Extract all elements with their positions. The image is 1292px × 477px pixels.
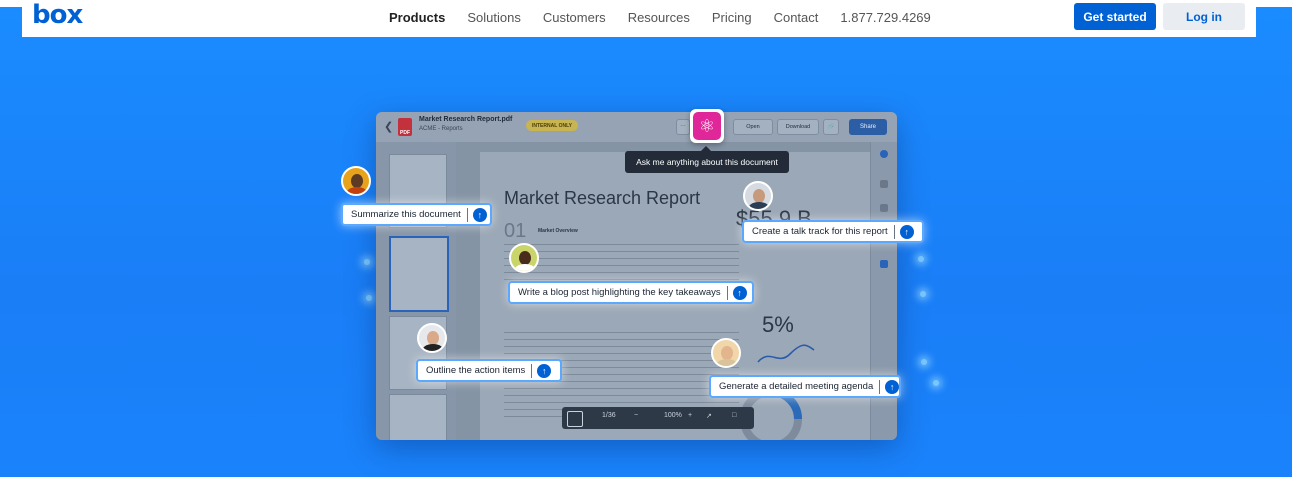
nav-phone-number[interactable]: 1.877.729.4269 [840,10,930,25]
nav-link-resources[interactable]: Resources [628,10,690,25]
nav-link-products[interactable]: Products [389,10,445,25]
nav-link-pricing[interactable]: Pricing [712,10,752,25]
box-logo[interactable]: box [32,2,83,28]
prompt-suggestion[interactable]: Summarize this document ↑ [341,203,492,226]
zoom-level[interactable]: 100% [664,412,682,419]
trend-line-chart [757,344,815,363]
prompt-text: Summarize this document [351,209,461,220]
view-mode-icon[interactable]: □ [732,412,736,419]
prompt-suggestion[interactable]: Create a talk track for this report ↑ [742,220,924,243]
back-chevron-icon[interactable]: ❮ [384,120,393,133]
open-button[interactable]: Open [733,119,773,135]
prompt-text: Create a talk track for this report [752,226,888,237]
divider [893,224,895,239]
page-thumbnail-selected[interactable] [389,236,449,312]
prompt-suggestion[interactable]: Generate a detailed meeting agenda ↑ [709,375,901,398]
divider [726,285,728,300]
comment-icon[interactable] [880,150,888,158]
page-thumbnail[interactable] [389,394,447,440]
nav-link-contact[interactable]: Contact [774,10,819,25]
prompt-text: Write a blog post highlighting the key t… [518,287,721,298]
viewer-header: ❮ PDF Market Research Report.pdf ACME - … [376,112,897,142]
zoom-out-icon[interactable]: − [634,412,638,419]
ai-tooltip: Ask me anything about this document [625,146,789,173]
page-thumbnails [376,142,456,440]
document-title: Market Research Report [504,188,701,208]
nav-link-solutions[interactable]: Solutions [467,10,520,25]
page-indicator[interactable]: 1/36 [602,412,616,419]
atom-icon: ⚛ [693,112,721,140]
prompt-suggestion[interactable]: Write a blog post highlighting the key t… [508,281,754,304]
nav-links: Products Solutions Customers Resources P… [389,0,953,34]
avatar [341,166,371,196]
download-button[interactable]: Download [777,119,819,135]
glow-dot [366,295,372,301]
glow-dot [364,259,370,265]
section-number: 01 [504,220,527,242]
prompt-text: Generate a detailed meeting agenda [719,381,874,392]
pdf-file-icon: PDF [398,118,412,136]
classification-badge: INTERNAL ONLY [526,120,579,131]
growth-rate-stat: 5% [762,312,794,337]
fullscreen-icon[interactable]: ↗ [706,412,712,420]
avatar [509,243,539,273]
avatar [711,338,741,368]
get-started-button[interactable]: Get started [1074,3,1156,30]
glow-dot [918,256,924,262]
viewer-bottom-toolbar: 1/36 − 100% + ↗ □ [562,407,754,429]
glow-dot [921,359,927,365]
prompt-suggestion[interactable]: Outline the action items ↑ [416,359,562,382]
prompt-text: Outline the action items [426,365,526,376]
folder-path: ACME - Reports [419,126,463,132]
glow-dot [920,291,926,297]
share-button[interactable]: Share [849,119,887,135]
more-options-button[interactable]: ⋯ [676,119,690,135]
box-ai-button[interactable]: ⚛ [690,109,724,143]
zoom-in-icon[interactable]: + [688,412,692,419]
submit-arrow-icon[interactable]: ↑ [885,379,899,394]
edit-icon[interactable] [880,180,888,188]
document-icon[interactable] [880,204,888,212]
top-navigation: box Products Solutions Customers Resourc… [22,0,1256,37]
divider [466,207,468,222]
glow-dot [933,380,939,386]
avatar [417,323,447,353]
avatar [743,181,773,211]
submit-arrow-icon[interactable]: ↑ [732,285,747,300]
submit-arrow-icon[interactable]: ↑ [899,224,914,239]
divider [879,379,881,394]
nav-link-customers[interactable]: Customers [543,10,606,25]
sidebar-toggle-icon[interactable] [567,411,583,427]
submit-arrow-icon[interactable]: ↑ [472,207,487,222]
file-name: Market Research Report.pdf [419,116,513,123]
section-title: Market Overview [538,228,578,234]
divider [531,363,533,378]
submit-arrow-icon[interactable]: ↑ [537,363,552,378]
body-text-block [504,244,739,284]
integration-icon[interactable] [880,260,888,268]
log-in-button[interactable]: Log in [1163,3,1245,30]
link-icon[interactable]: 🔗 [823,119,839,135]
